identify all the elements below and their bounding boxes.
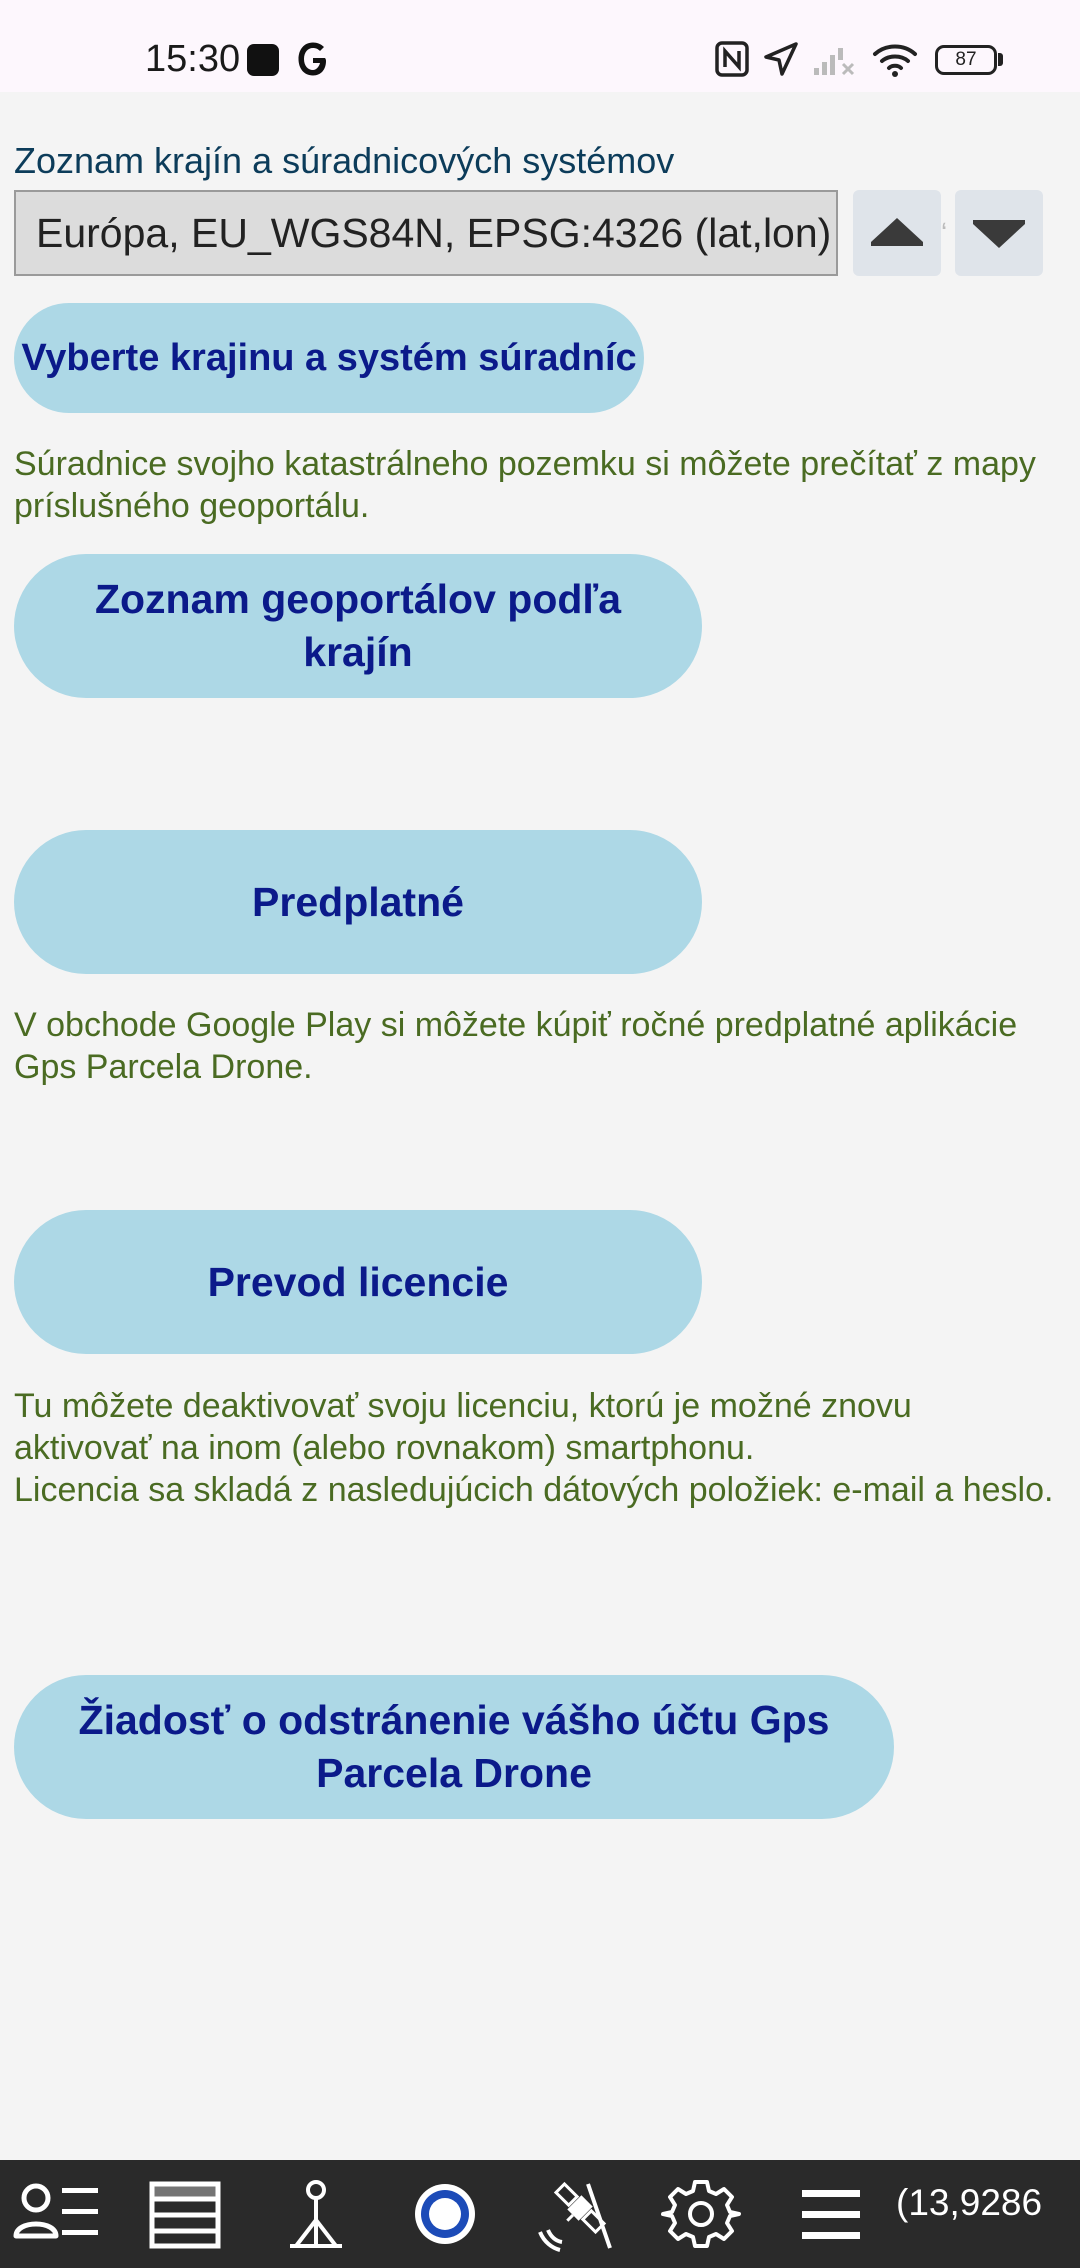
license-info-text: Tu môžete deaktivovať svoju licenciu, kt…	[14, 1385, 1054, 1511]
toolbar-settings-button[interactable]	[642, 2160, 760, 2268]
satellite-icon	[538, 2181, 612, 2252]
crs-previous-button[interactable]	[853, 190, 941, 276]
google-icon	[298, 42, 326, 76]
battery-level: 87	[955, 49, 977, 70]
delete-account-button[interactable]: Žiadosť o odstránenie vášho účtu Gps Par…	[14, 1675, 894, 1819]
crs-list-label: Zoznam krajín a súradnicových systémov	[14, 140, 675, 181]
battery-icon: 87	[935, 45, 997, 75]
settings-gear-icon	[661, 2180, 741, 2248]
coordinates-readout: (13,9286	[896, 2182, 1043, 2223]
status-bar: 15:30 87	[0, 0, 1080, 92]
toolbar-satellite-button[interactable]	[518, 2160, 636, 2268]
toolbar-layers-button[interactable]	[130, 2160, 248, 2268]
cell-signal-off-icon	[814, 48, 855, 76]
subscription-button[interactable]: Predplatné	[14, 830, 702, 974]
geoportals-list-button[interactable]: Zoznam geoportálov podľa krajín	[14, 554, 702, 698]
select-country-button[interactable]: Vyberte krajinu a systém súradníc	[14, 303, 644, 413]
triangle-down-icon	[973, 220, 1025, 248]
record-icon	[415, 2184, 475, 2244]
coordinates-info-text: Súradnice svojho katastrálneho pozemku s…	[14, 445, 1036, 525]
crs-next-button[interactable]	[955, 190, 1043, 276]
layers-list-icon	[149, 2181, 221, 2249]
crs-selected-value: Európa, EU_WGS84N, EPSG:4326 (lat,lon)	[36, 210, 832, 256]
toolbar-menu-button[interactable]	[772, 2160, 890, 2268]
crs-arrow-separator: ʻ	[941, 218, 948, 249]
battery-tip	[998, 53, 1003, 66]
status-time: 15:30	[145, 38, 241, 80]
location-arrow-icon	[764, 42, 798, 76]
survey-point-icon	[290, 2180, 342, 2248]
nfc-icon	[715, 41, 749, 77]
user-list-icon	[13, 2183, 98, 2239]
triangle-up-icon	[871, 218, 923, 246]
toolbar-user-list-button[interactable]	[0, 2160, 118, 2268]
menu-icon	[802, 2190, 860, 2239]
wifi-icon	[873, 44, 917, 77]
app-notification-icon	[247, 44, 279, 76]
subscription-info-text: V obchode Google Play si môžete kúpiť ro…	[14, 1006, 1018, 1086]
toolbar-survey-point-button[interactable]	[260, 2160, 378, 2268]
crs-select[interactable]: Európa, EU_WGS84N, EPSG:4326 (lat,lon)	[14, 190, 838, 276]
license-info-line-1: Tu môžete deaktivovať svoju licenciu, kt…	[14, 1387, 912, 1467]
license-transfer-button[interactable]: Prevod licencie	[14, 1210, 702, 1354]
license-info-line-2: Licencia sa skladá z nasledujúcich dátov…	[14, 1471, 1054, 1509]
toolbar-record-button[interactable]	[386, 2160, 504, 2268]
